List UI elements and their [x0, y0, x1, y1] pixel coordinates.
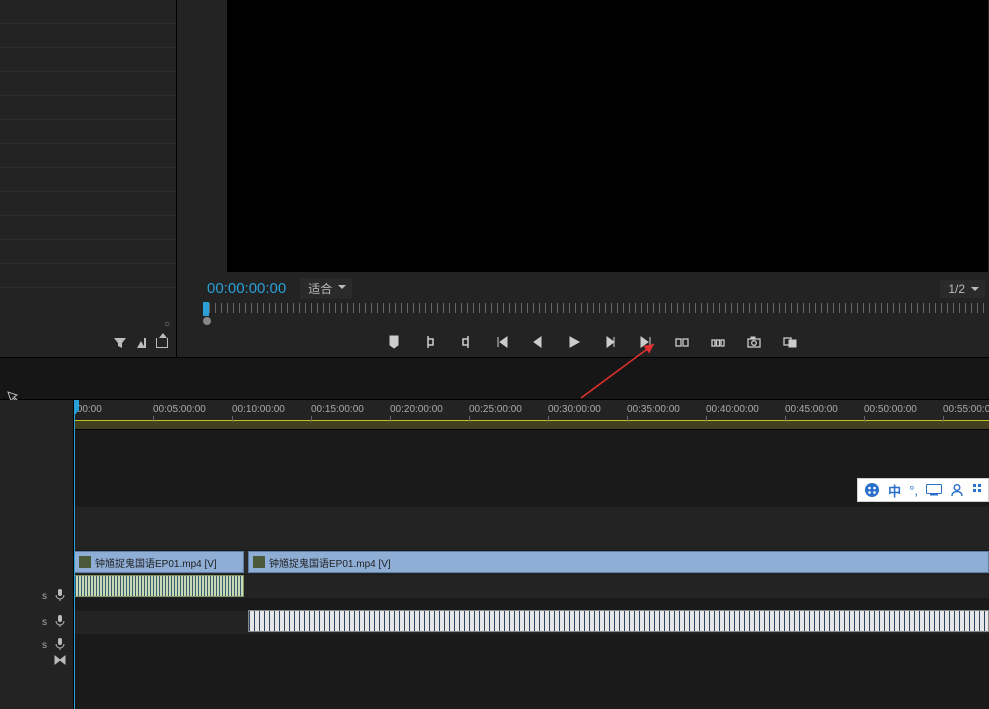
ime-user-icon[interactable]: [950, 483, 964, 497]
panel-row: [0, 24, 176, 48]
timecode-display[interactable]: 00:00:00:00: [199, 280, 286, 297]
lift-button[interactable]: [673, 333, 691, 351]
ruler-tick: 00:35:00:00: [627, 404, 680, 415]
panel-resize-handle[interactable]: ○: [0, 319, 176, 330]
filter-icon[interactable]: [113, 336, 127, 353]
ime-toolbar[interactable]: 中 °,: [857, 478, 989, 502]
video-track-spacer: [74, 430, 989, 506]
panel-row: [0, 120, 176, 144]
video-clip-2[interactable]: 钟馗捉鬼国语EP01.mp4 [V]: [248, 551, 989, 573]
timeline-panel: s s s :00:0000:05:00:0000:10:00:0000:15:…: [0, 400, 989, 709]
ime-logo-icon[interactable]: [864, 482, 880, 498]
ruler-tick: 00:15:00:00: [311, 404, 364, 415]
panel-row: [0, 216, 176, 240]
compare-button[interactable]: [781, 333, 799, 351]
waveform: [75, 576, 243, 596]
ruler-tick: 00:55:00:00: [943, 404, 989, 415]
program-monitor-panel: 00:00:00:00 适合 1/2: [177, 0, 989, 357]
ruler-tick: 00:30:00:00: [548, 404, 601, 415]
track-gap: [74, 654, 989, 709]
mark-in-button[interactable]: [421, 333, 439, 351]
ruler-tick: 00:50:00:00: [864, 404, 917, 415]
zoom-label: 适合: [308, 282, 332, 296]
ruler-tick: 00:45:00:00: [785, 404, 838, 415]
ruler-tick: 00:20:00:00: [390, 404, 443, 415]
audio-track-header-2[interactable]: s: [0, 615, 73, 630]
mic-icon[interactable]: [55, 589, 65, 604]
mic-icon[interactable]: [55, 615, 65, 630]
snap-toggle-icon[interactable]: [52, 653, 68, 665]
clip-thumbnail-icon: [79, 556, 91, 568]
audio-track-header-3[interactable]: s: [0, 638, 73, 653]
ime-more-icon[interactable]: [972, 483, 982, 497]
work-area-bar[interactable]: [74, 420, 989, 429]
audio-track-a3[interactable]: [74, 634, 989, 654]
solo-label: s: [42, 640, 47, 651]
waveform: [249, 611, 988, 631]
goto-in-button[interactable]: [493, 333, 511, 351]
video-clip-1[interactable]: 钟馗捉鬼国语EP01.mp4 [V]: [74, 551, 244, 573]
resolution-dropdown[interactable]: 1/2: [940, 280, 985, 298]
ruler-tick: 00:25:00:00: [469, 404, 522, 415]
panel-row: [0, 240, 176, 264]
audio-track-header-1[interactable]: s: [0, 589, 73, 604]
snapshot-button[interactable]: [745, 333, 763, 351]
mark-out-button[interactable]: [457, 333, 475, 351]
scrubber-handle[interactable]: [203, 317, 211, 325]
panel-row: [0, 0, 176, 24]
panel-row: [0, 144, 176, 168]
clip-thumbnail-icon: [253, 556, 265, 568]
video-monitor[interactable]: [227, 0, 988, 272]
ime-keyboard-icon[interactable]: [926, 484, 942, 496]
extract-button[interactable]: [709, 333, 727, 351]
monitor-scrubber[interactable]: [203, 303, 985, 323]
video-track-v2[interactable]: [74, 506, 989, 550]
playhead[interactable]: [74, 400, 75, 709]
ruler-tick: 00:40:00:00: [706, 404, 759, 415]
play-button[interactable]: [565, 333, 583, 351]
clip-label: 钟馗捉鬼国语EP01.mp4 [V]: [95, 555, 217, 570]
track-gap: [74, 598, 989, 610]
divider-strip: [0, 358, 989, 400]
panel-row: [0, 264, 176, 288]
panel-row: [0, 96, 176, 120]
ime-lang-toggle[interactable]: 中: [888, 481, 901, 500]
panel-row: [0, 192, 176, 216]
timeline-ruler[interactable]: :00:0000:05:00:0000:10:00:0000:15:00:000…: [74, 400, 989, 430]
timeline-body[interactable]: :00:0000:05:00:0000:10:00:0000:15:00:000…: [74, 400, 989, 709]
res-label: 1/2: [948, 282, 965, 296]
new-item-icon[interactable]: [137, 336, 146, 353]
export-icon[interactable]: [156, 336, 168, 353]
add-marker-button[interactable]: [385, 333, 403, 351]
ime-punct-icon[interactable]: °,: [909, 483, 918, 498]
audio-clip-2[interactable]: [248, 610, 989, 632]
source-panel-left: ○: [0, 0, 177, 357]
monitor-left-strip: [199, 0, 227, 272]
playhead-handle[interactable]: [74, 400, 79, 411]
panel-row: [0, 72, 176, 96]
panel-row: [0, 48, 176, 72]
ruler-tick: 00:05:00:00: [153, 404, 206, 415]
mic-icon[interactable]: [55, 638, 65, 653]
step-back-button[interactable]: [529, 333, 547, 351]
zoom-dropdown[interactable]: 适合: [300, 278, 352, 299]
solo-label: s: [42, 617, 47, 628]
transport-bar: [199, 325, 985, 355]
track-headers: s s s: [0, 400, 74, 709]
clip-label: 钟馗捉鬼国语EP01.mp4 [V]: [269, 555, 391, 570]
solo-label: s: [42, 591, 47, 602]
scrubber-playhead[interactable]: [203, 302, 209, 316]
audio-clip-1[interactable]: [74, 575, 244, 597]
goto-out-button[interactable]: [637, 333, 655, 351]
ruler-tick: 00:10:00:00: [232, 404, 285, 415]
panel-row: [0, 168, 176, 192]
step-forward-button[interactable]: [601, 333, 619, 351]
